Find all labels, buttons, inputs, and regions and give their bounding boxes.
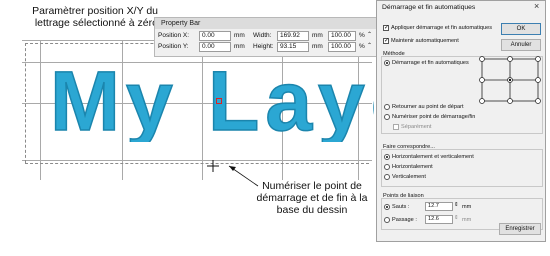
position-x-unit: mm [234,32,245,39]
property-bar: Property Bar Position X: 0.00 mm Positio… [154,17,378,57]
design-canvas[interactable]: My Layout [22,40,374,230]
jumps-radio[interactable] [384,204,390,210]
passage-unit: mm [462,217,472,223]
maintain-auto-checkbox[interactable]: ✓ [383,38,389,44]
jumps-unit: mm [462,204,472,210]
height-field[interactable]: 93.15 [277,42,309,52]
maintain-auto-label: Maintenir automatiquement [391,38,459,44]
method-auto-radio[interactable] [384,60,390,66]
jumps-spin-icon[interactable]: ⇕ [454,202,459,208]
close-icon[interactable]: × [534,1,539,11]
position-y-label: Position Y: [158,43,189,50]
lettering-object[interactable]: My Layout [44,52,374,142]
width-field[interactable]: 169.92 [277,31,309,41]
method-auto-label: Démarrage et fin automatiques [392,60,469,66]
passage-spin-icon[interactable]: ⇕ [454,215,459,221]
return-start-label: Retourner au point de départ [392,104,464,110]
crosshair-cursor-icon [207,160,219,172]
width-unit: mm [312,32,323,39]
position-x-label: Position X: [158,32,190,39]
jumps-input[interactable]: 12.7 [425,202,453,211]
center-marker-icon [216,98,222,104]
scale-x-spin-icon[interactable]: ⌃ [367,31,372,38]
height-label: Height: [253,43,274,50]
passage-input[interactable]: 12.6 [425,215,453,224]
auto-start-end-dialog: Démarrage et fin automatiques × ✓ Appliq… [376,0,546,242]
passage-radio[interactable] [384,217,390,223]
position-y-field[interactable]: 0.00 [199,42,231,52]
guide-line [22,160,372,161]
selection-box-bottom [25,163,369,164]
separate-checkbox[interactable] [393,124,399,130]
grid-line [40,40,41,180]
position-grid[interactable] [479,56,541,104]
digitize-start-label: Numériser point de démarrage/fin [392,114,476,120]
digitize-start-radio[interactable] [384,114,390,120]
apply-auto-label: Appliquer démarrage et fin automatiques [391,25,493,31]
jumps-label: Sauts : [392,204,410,210]
match-horizontal-label: Horizontalement [392,164,433,170]
selection-box-left [25,43,26,163]
passage-label: Passage : [392,217,417,223]
width-label: Width: [253,32,272,39]
scale-x-percent: % [359,32,365,39]
cancel-button[interactable]: Annuler [501,39,541,51]
match-vertical-radio[interactable] [384,174,390,180]
scale-x-field[interactable]: 100.00 [328,31,356,41]
position-y-unit: mm [234,43,245,50]
match-both-radio[interactable] [384,154,390,160]
match-both-label: Horizontalement et verticalement [392,154,474,160]
lettering-text: My Layout [50,54,374,142]
separate-label: Séparément [401,124,432,130]
match-horizontal-radio[interactable] [384,164,390,170]
scale-y-percent: % [359,43,365,50]
match-vertical-label: Verticalement [392,174,426,180]
save-button[interactable]: Enregistrer [499,223,541,235]
property-bar-title: Property Bar [155,18,377,29]
return-start-radio[interactable] [384,104,390,110]
height-unit: mm [312,43,323,50]
ok-button[interactable]: OK [501,23,541,35]
lettering-svg: My Layout [49,53,374,142]
dialog-title: Démarrage et fin automatiques [382,4,476,11]
scale-y-spin-icon[interactable]: ⌃ [367,42,372,49]
position-x-field[interactable]: 0.00 [199,31,231,41]
scale-y-field[interactable]: 100.00 [328,42,356,52]
apply-auto-checkbox[interactable]: ✓ [383,25,389,31]
